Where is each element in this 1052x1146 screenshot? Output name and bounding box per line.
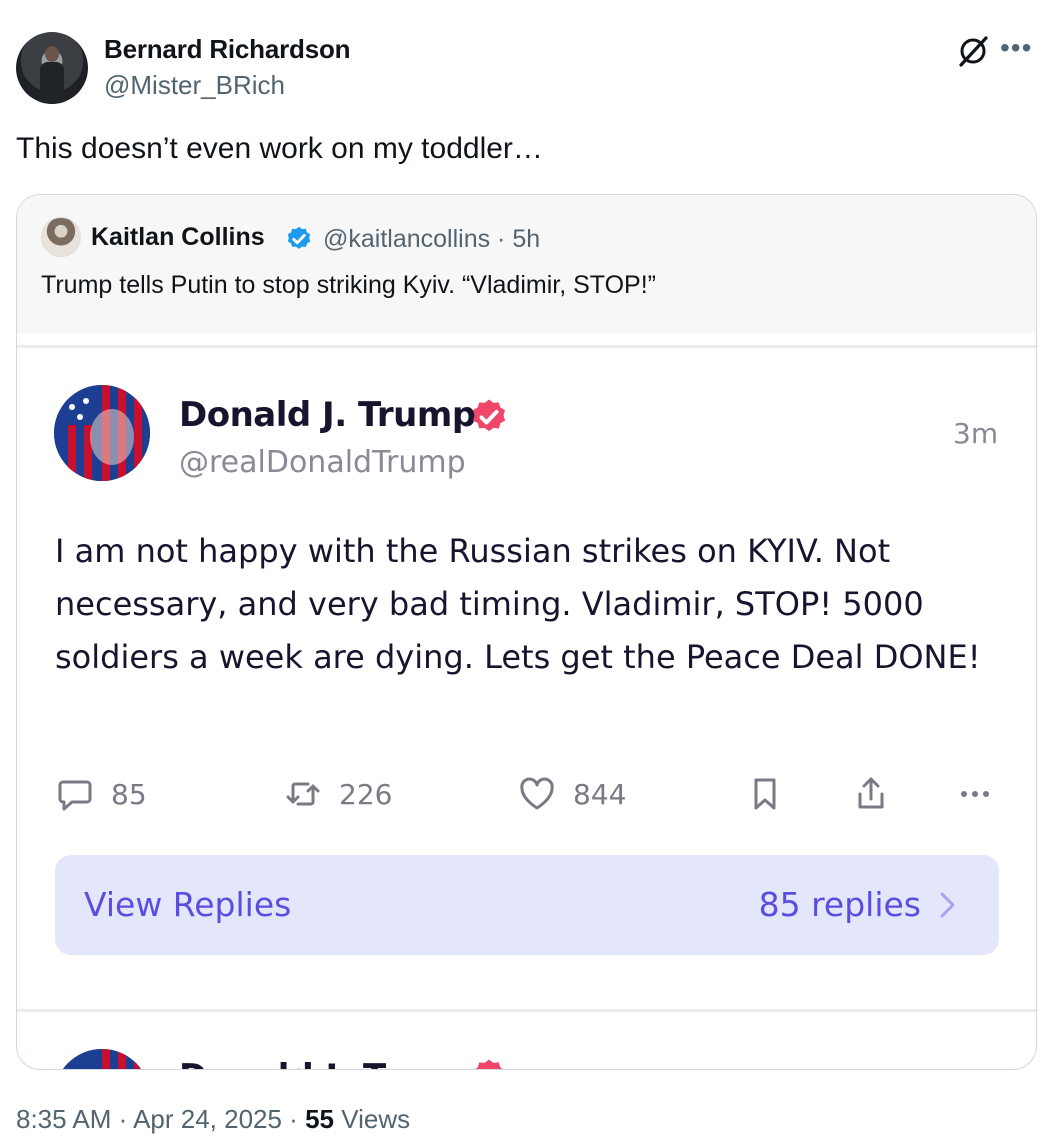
view-replies-bar: View Replies 85 replies <box>55 855 999 955</box>
more-action <box>955 773 995 815</box>
retruth-icon <box>286 782 320 806</box>
verified-badge-icon <box>473 399 506 432</box>
truth-author-avatar-peek <box>54 1049 150 1069</box>
quoted-author-handle[interactable]: @kaitlancollins · 5h <box>323 225 540 254</box>
like-action: 844 <box>517 773 626 815</box>
reply-icon <box>58 780 92 811</box>
author-handle[interactable]: @Mister_BRich <box>104 70 285 101</box>
grok-icon[interactable] <box>956 34 990 68</box>
quoted-author-name[interactable]: Kaitlan Collins <box>91 223 265 252</box>
quoted-tweet-header: Kaitlan Collins @kaitlancollins · 5h Tru… <box>17 195 1036 333</box>
truth-author-avatar <box>54 385 150 481</box>
truth-author-name-peek: Donald J. Trump <box>179 1057 483 1069</box>
more-icon <box>961 791 989 797</box>
retruth-action: 226 <box>283 773 392 815</box>
truth-post-body: I am not happy with the Russian strikes … <box>55 532 981 676</box>
views-count: 55 <box>305 1104 334 1134</box>
heart-icon <box>520 777 554 810</box>
more-options-icon[interactable]: ••• <box>1000 34 1032 62</box>
share-action <box>851 773 891 815</box>
truth-author-handle: @realDonaldTrump <box>179 445 466 480</box>
quoted-tweet-card[interactable]: Kaitlan Collins @kaitlancollins · 5h Tru… <box>16 194 1037 1070</box>
verified-badge-icon <box>475 1059 503 1069</box>
quoted-tweet-text: Trump tells Putin to stop striking Kyiv.… <box>41 271 656 299</box>
quoted-author-avatar[interactable] <box>41 217 81 257</box>
replies-count-label: 85 replies <box>758 885 921 924</box>
share-icon <box>858 777 884 809</box>
divider <box>17 345 1036 348</box>
truth-author-name: Donald J. Trump <box>179 395 476 435</box>
verified-badge-icon <box>287 226 311 249</box>
reply-action: 85 <box>55 773 147 815</box>
like-count: 844 <box>573 777 627 811</box>
author-avatar[interactable] <box>16 32 88 104</box>
reply-count: 85 <box>111 777 147 811</box>
tweet-text: This doesn’t even work on my toddler… <box>16 132 543 165</box>
tweet-time-date[interactable]: 8:35 AM · Apr 24, 2025 · <box>16 1104 305 1134</box>
tweet-timestamp[interactable]: 8:35 AM · Apr 24, 2025 · 55 Views <box>16 1104 410 1135</box>
view-replies-label: View Replies <box>84 885 292 924</box>
truth-post-time: 3m <box>953 417 999 450</box>
retruth-count: 226 <box>339 777 393 811</box>
bookmark-icon <box>754 778 776 810</box>
bookmark-action <box>745 773 785 815</box>
views-label: Views <box>333 1104 411 1134</box>
divider <box>17 1009 1036 1012</box>
chevron-right-icon <box>940 892 955 918</box>
author-name[interactable]: Bernard Richardson <box>104 34 351 65</box>
